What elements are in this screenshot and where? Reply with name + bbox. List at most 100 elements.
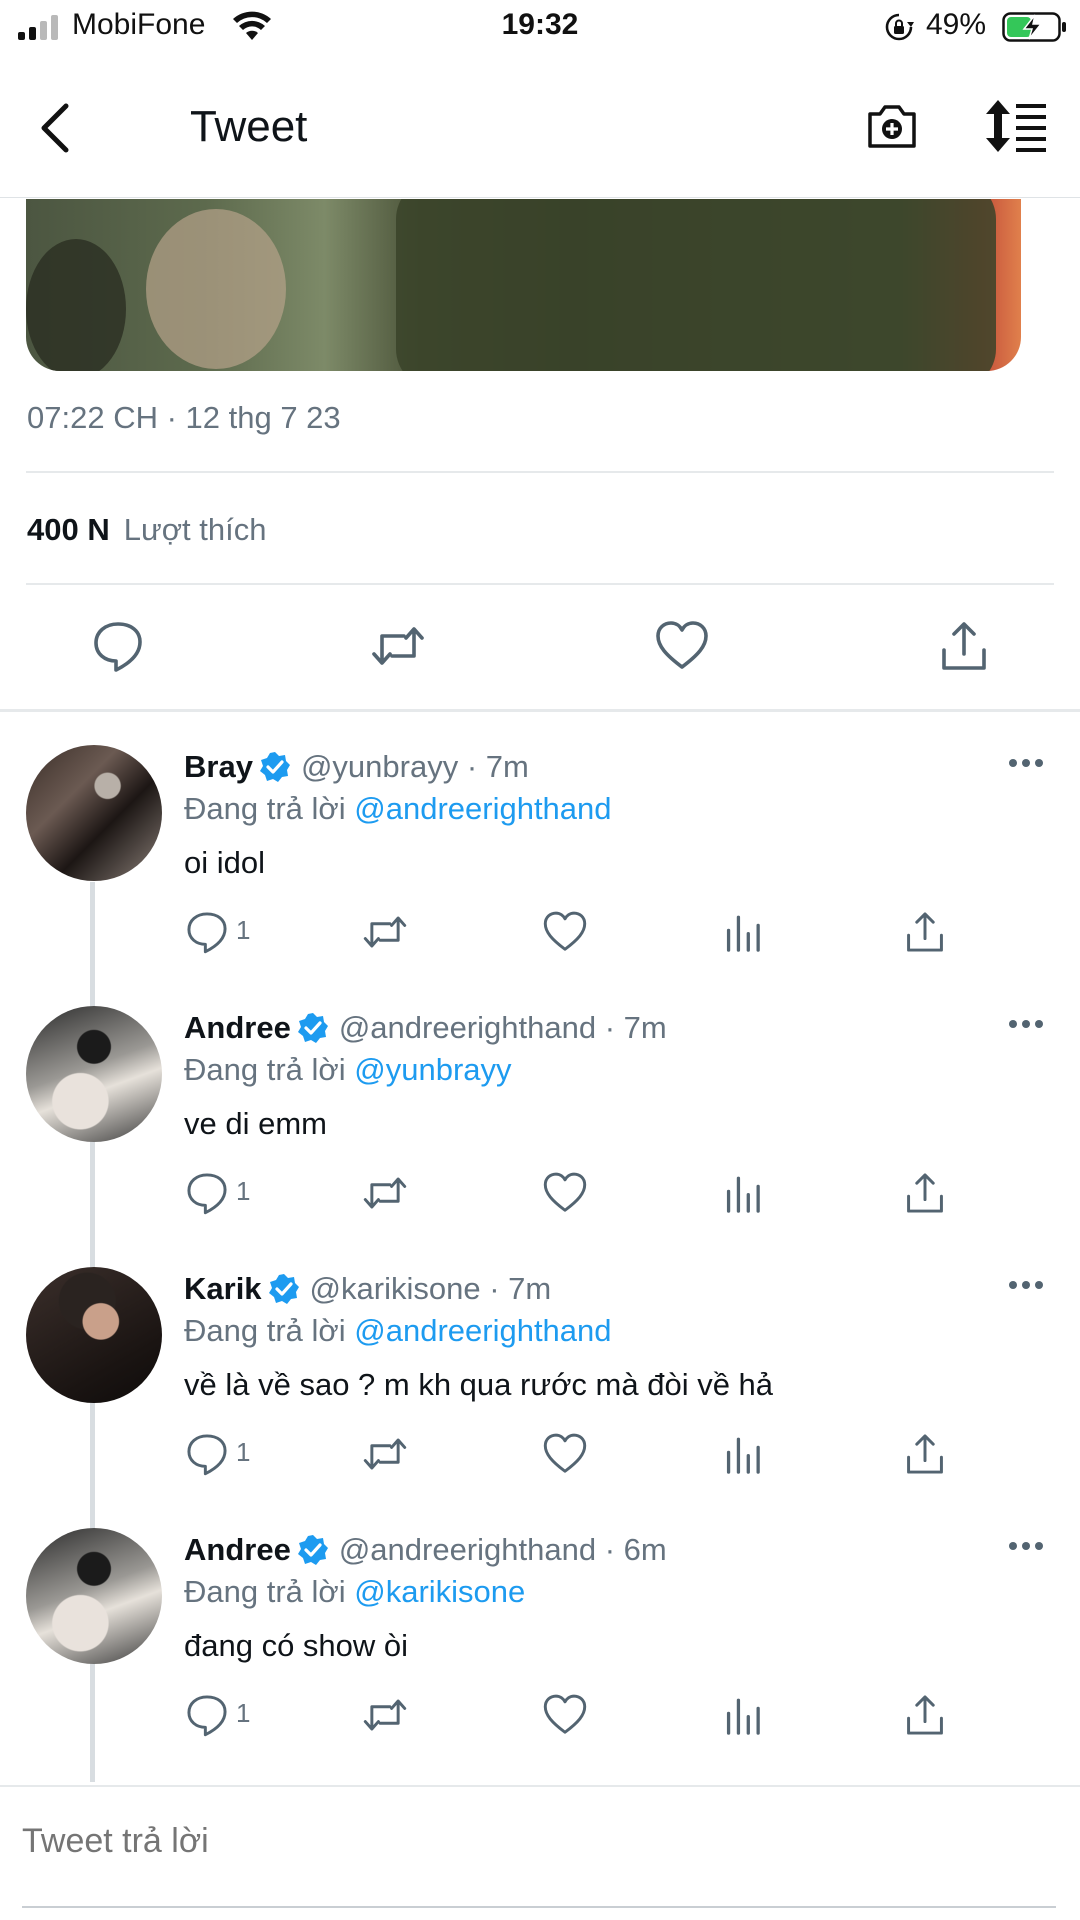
share-button[interactable] bbox=[902, 1431, 948, 1479]
views-chart-icon bbox=[726, 1176, 760, 1213]
divider bbox=[26, 471, 1054, 473]
retweet-button[interactable] bbox=[362, 1170, 408, 1218]
divider bbox=[0, 1785, 1080, 1787]
mention-link[interactable]: @andreerighthand bbox=[354, 1313, 611, 1348]
replying-to: Đang trả lời @andreerighthand bbox=[184, 1313, 612, 1349]
media-shape bbox=[26, 239, 126, 371]
reply-item[interactable]: Andree @andreerighthand · 7m Đang trả lời… bbox=[0, 1006, 1080, 1268]
replying-to: Đang trả lời @andreerighthand bbox=[184, 791, 612, 827]
mention-link[interactable]: @karikisone bbox=[354, 1574, 525, 1609]
author-handle[interactable]: @karikisone bbox=[310, 1271, 481, 1306]
more-options-icon[interactable] bbox=[1008, 1018, 1044, 1030]
separator: · bbox=[458, 749, 486, 784]
retweet-icon[interactable] bbox=[370, 618, 426, 674]
reply-item[interactable]: Bray @yunbrayy · 7m Đang trả lời @andreer… bbox=[0, 745, 1080, 1007]
like-icon bbox=[543, 1433, 587, 1473]
like-button[interactable] bbox=[542, 1431, 588, 1479]
reply-count: 1 bbox=[236, 915, 251, 945]
reply-icon bbox=[187, 1173, 227, 1215]
views-button[interactable] bbox=[722, 1431, 768, 1479]
more-options-icon[interactable] bbox=[1008, 1540, 1044, 1552]
replying-prefix: Đang trả lời bbox=[184, 1052, 346, 1087]
author-name[interactable]: Karik bbox=[184, 1271, 262, 1306]
reply-button[interactable]: 1 bbox=[184, 1170, 264, 1218]
media-shape bbox=[396, 199, 996, 371]
like-icon bbox=[543, 1172, 587, 1212]
views-button[interactable] bbox=[722, 909, 768, 957]
author-handle[interactable]: @andreerighthand bbox=[339, 1532, 596, 1567]
share-icon[interactable] bbox=[936, 618, 992, 674]
views-chart-icon bbox=[726, 915, 760, 952]
input-underline bbox=[22, 1906, 1056, 1908]
battery-percent: 49% bbox=[926, 8, 987, 41]
replying-prefix: Đang trả lời bbox=[184, 791, 346, 826]
reply-item[interactable]: Andree @andreerighthand · 6m Đang trả lời… bbox=[0, 1528, 1080, 1790]
battery-charging-icon bbox=[1002, 12, 1066, 42]
camera-plus-icon[interactable] bbox=[864, 98, 920, 154]
author-name[interactable]: Andree bbox=[184, 1010, 291, 1045]
reply-text: oi idol bbox=[184, 845, 265, 880]
share-button[interactable] bbox=[902, 909, 948, 957]
likes-summary[interactable]: 400 N Lượt thích bbox=[27, 512, 267, 548]
like-button[interactable] bbox=[542, 909, 588, 957]
share-icon bbox=[907, 1173, 943, 1213]
reply-time: 7m bbox=[508, 1271, 552, 1306]
avatar[interactable] bbox=[26, 745, 162, 881]
reply-header: Andree @andreerighthand · 7m bbox=[184, 1010, 667, 1046]
replying-prefix: Đang trả lời bbox=[184, 1574, 346, 1609]
share-icon bbox=[907, 912, 943, 952]
reply-header: Andree @andreerighthand · 6m bbox=[184, 1532, 667, 1568]
reply-count: 1 bbox=[236, 1437, 251, 1467]
retweet-button[interactable] bbox=[362, 1692, 408, 1740]
like-icon[interactable] bbox=[654, 618, 710, 674]
more-options-icon[interactable] bbox=[1008, 757, 1044, 769]
status-bar: MobiFone 19:32 49% bbox=[0, 0, 1080, 56]
divider bbox=[0, 709, 1080, 712]
avatar[interactable] bbox=[26, 1267, 162, 1403]
author-name[interactable]: Bray bbox=[184, 749, 253, 784]
avatar[interactable] bbox=[26, 1006, 162, 1142]
views-button[interactable] bbox=[722, 1692, 768, 1740]
views-button[interactable] bbox=[722, 1170, 768, 1218]
reply-icon[interactable] bbox=[90, 618, 146, 674]
share-icon bbox=[907, 1434, 943, 1474]
back-chevron-icon[interactable] bbox=[34, 100, 78, 156]
reply-button[interactable]: 1 bbox=[184, 909, 264, 957]
retweet-button[interactable] bbox=[362, 1431, 408, 1479]
reply-count: 1 bbox=[236, 1176, 251, 1206]
views-chart-icon bbox=[726, 1698, 760, 1735]
reply-item[interactable]: Karik @karikisone · 7m Đang trả lời @andr… bbox=[0, 1267, 1080, 1529]
separator: · bbox=[480, 1271, 509, 1306]
like-button[interactable] bbox=[542, 1692, 588, 1740]
reply-time: 6m bbox=[623, 1532, 667, 1567]
mention-link[interactable]: @andreerighthand bbox=[354, 791, 611, 826]
sort-icon[interactable] bbox=[984, 98, 1050, 154]
reply-compose-input[interactable] bbox=[22, 1822, 1022, 1861]
reply-icon bbox=[187, 912, 227, 954]
reply-icon bbox=[187, 1434, 227, 1476]
reply-text: đang có show òi bbox=[184, 1628, 409, 1663]
views-chart-icon bbox=[726, 1437, 760, 1474]
separator: · bbox=[596, 1532, 624, 1567]
like-button[interactable] bbox=[542, 1170, 588, 1218]
retweet-icon bbox=[363, 1438, 407, 1470]
like-icon bbox=[543, 911, 587, 951]
separator: · bbox=[596, 1010, 624, 1045]
retweet-button[interactable] bbox=[362, 909, 408, 957]
more-options-icon[interactable] bbox=[1008, 1279, 1044, 1291]
author-handle[interactable]: @yunbrayy bbox=[301, 749, 458, 784]
reply-button[interactable]: 1 bbox=[184, 1692, 264, 1740]
retweet-icon bbox=[363, 1699, 407, 1731]
mention-link[interactable]: @yunbrayy bbox=[354, 1052, 511, 1087]
share-button[interactable] bbox=[902, 1170, 948, 1218]
author-handle[interactable]: @andreerighthand bbox=[339, 1010, 596, 1045]
reply-header: Bray @yunbrayy · 7m bbox=[184, 749, 529, 785]
share-button[interactable] bbox=[902, 1692, 948, 1740]
verified-badge-icon bbox=[259, 752, 290, 782]
likes-count: 400 N bbox=[27, 512, 110, 547]
retweet-icon bbox=[363, 1177, 407, 1209]
author-name[interactable]: Andree bbox=[184, 1532, 291, 1567]
tweet-media-image[interactable] bbox=[26, 199, 1021, 371]
reply-button[interactable]: 1 bbox=[184, 1431, 264, 1479]
avatar[interactable] bbox=[26, 1528, 162, 1664]
